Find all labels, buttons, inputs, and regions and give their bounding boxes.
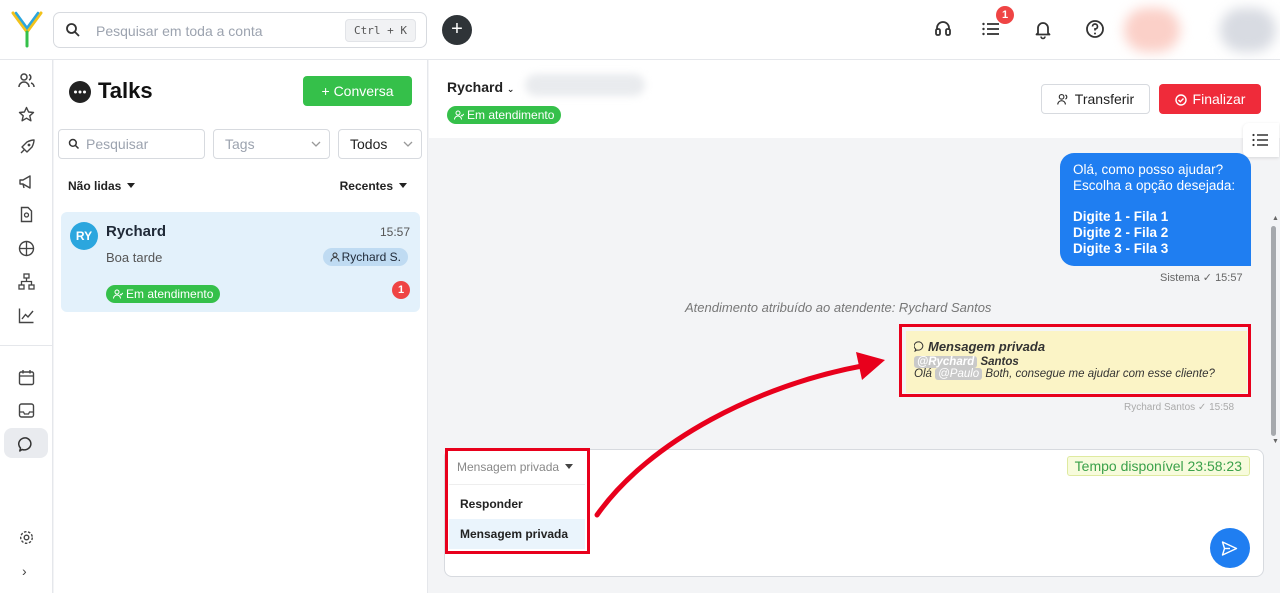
contact-name[interactable]: Rychard ⌄ [447, 79, 514, 95]
globe-icon[interactable] [18, 240, 35, 257]
settings-icon[interactable] [18, 529, 35, 546]
expand-icon[interactable]: › [22, 563, 27, 579]
chevron-down-icon: ⌄ [506, 84, 515, 94]
send-button[interactable] [1210, 528, 1250, 568]
bell-icon[interactable] [1032, 18, 1054, 40]
megaphone-icon[interactable] [18, 173, 35, 190]
search-placeholder: Pesquisar [86, 136, 149, 152]
status-badge: Em atendimento [447, 106, 562, 124]
message-meta: Rychard Santos ✓ 15:58 [1124, 402, 1235, 413]
chevron-down-icon [311, 141, 321, 147]
conversation-list-panel: Talks + Conversa Pesquisar Tags Todos Nã… [54, 60, 428, 593]
nav-rail: › [0, 60, 53, 593]
agent-icon [113, 289, 124, 299]
search-shortcut: Ctrl + K [345, 19, 416, 42]
new-conversation-button[interactable]: + Conversa [303, 76, 412, 106]
unread-badge: 1 [392, 281, 410, 299]
caret-down-icon [399, 183, 407, 188]
unread-filter[interactable]: Não lidas [68, 179, 136, 193]
agent-icon [454, 110, 465, 120]
page-title: Talks [98, 78, 153, 103]
message-meta: Sistema ✓ 15:57 [1160, 272, 1243, 284]
details-toggle-button[interactable] [1243, 123, 1279, 157]
available-time: Tempo disponível 23:58:23 [1066, 456, 1250, 476]
status-badge: Em atendimento [106, 285, 221, 303]
hierarchy-icon[interactable] [18, 273, 35, 290]
scroll-down-icon[interactable]: ▼ [1272, 438, 1279, 445]
message-line: Olá, como posso ajudar? [1073, 162, 1224, 177]
headset-icon[interactable] [932, 18, 954, 40]
conversation-item[interactable]: RY Rychard 15:57 Boa tarde Rychard S. Em… [61, 212, 420, 312]
users-icon [1056, 93, 1068, 105]
tags-placeholder: Tags [225, 136, 255, 152]
document-icon[interactable] [18, 206, 35, 223]
caret-down-icon [127, 183, 136, 188]
chat-icon[interactable] [18, 436, 35, 453]
scroll-up-icon[interactable]: ▲ [1272, 215, 1279, 222]
annotation-highlight-message [899, 324, 1251, 397]
conversation-preview: Boa tarde [106, 250, 163, 265]
conversation-search-input[interactable]: Pesquisar [58, 129, 205, 159]
tags-select[interactable]: Tags [213, 129, 330, 159]
calendar-icon[interactable] [18, 369, 35, 386]
help-icon[interactable] [1084, 18, 1106, 40]
agent-tag: Rychard S. [322, 248, 408, 266]
users-icon[interactable] [18, 72, 35, 89]
scrollbar[interactable] [1271, 226, 1276, 436]
annotation-highlight-dropdown [445, 448, 590, 554]
notification-badge: 1 [996, 6, 1014, 24]
chevron-down-icon [403, 141, 413, 147]
search-icon [68, 138, 80, 150]
inbox-icon[interactable] [18, 402, 35, 419]
user-avatar[interactable] [1220, 8, 1276, 52]
global-search[interactable]: Pesquisar em toda a conta Ctrl + K [53, 12, 427, 48]
menu-option: Digite 1 - Fila 1 [1073, 209, 1169, 224]
status-filter-value: Todos [350, 136, 388, 152]
status-avatar[interactable] [1124, 8, 1180, 52]
sort-filter[interactable]: Recentes [340, 179, 407, 193]
logo-icon[interactable] [10, 10, 44, 50]
rail-divider [0, 345, 53, 346]
status-filter-select[interactable]: Todos [338, 129, 422, 159]
assignment-note: Atendimento atribuído ao atendente: Rych… [685, 300, 992, 315]
search-icon [66, 23, 80, 37]
top-bar: Pesquisar em toda a conta Ctrl + K + 1 [0, 0, 1280, 60]
check-circle-icon [1174, 94, 1187, 106]
chat-header: Rychard ⌄ Em atendimento Transferir Fina… [429, 60, 1280, 138]
message-line: Escolha a opção desejada: [1073, 178, 1236, 193]
menu-option: Digite 2 - Fila 2 [1073, 225, 1169, 240]
conversation-time: 15:57 [379, 225, 410, 239]
list-icon [1252, 133, 1268, 147]
avatar: RY [70, 222, 98, 250]
menu-option: Digite 3 - Fila 3 [1073, 241, 1169, 256]
user-icon [330, 252, 340, 262]
conversation-name: Rychard [106, 223, 167, 240]
contact-phone-redacted [525, 74, 645, 96]
rocket-icon[interactable] [18, 139, 35, 156]
add-button[interactable]: + [442, 15, 472, 45]
send-icon [1221, 541, 1238, 556]
transfer-button[interactable]: Transferir [1041, 84, 1150, 114]
system-message-bubble: Olá, como posso ajudar? Escolha a opção … [1060, 153, 1251, 266]
chart-icon[interactable] [18, 307, 35, 324]
search-placeholder: Pesquisar em toda a conta [96, 23, 263, 39]
finish-button[interactable]: Finalizar [1159, 84, 1261, 114]
star-icon[interactable] [18, 106, 35, 123]
